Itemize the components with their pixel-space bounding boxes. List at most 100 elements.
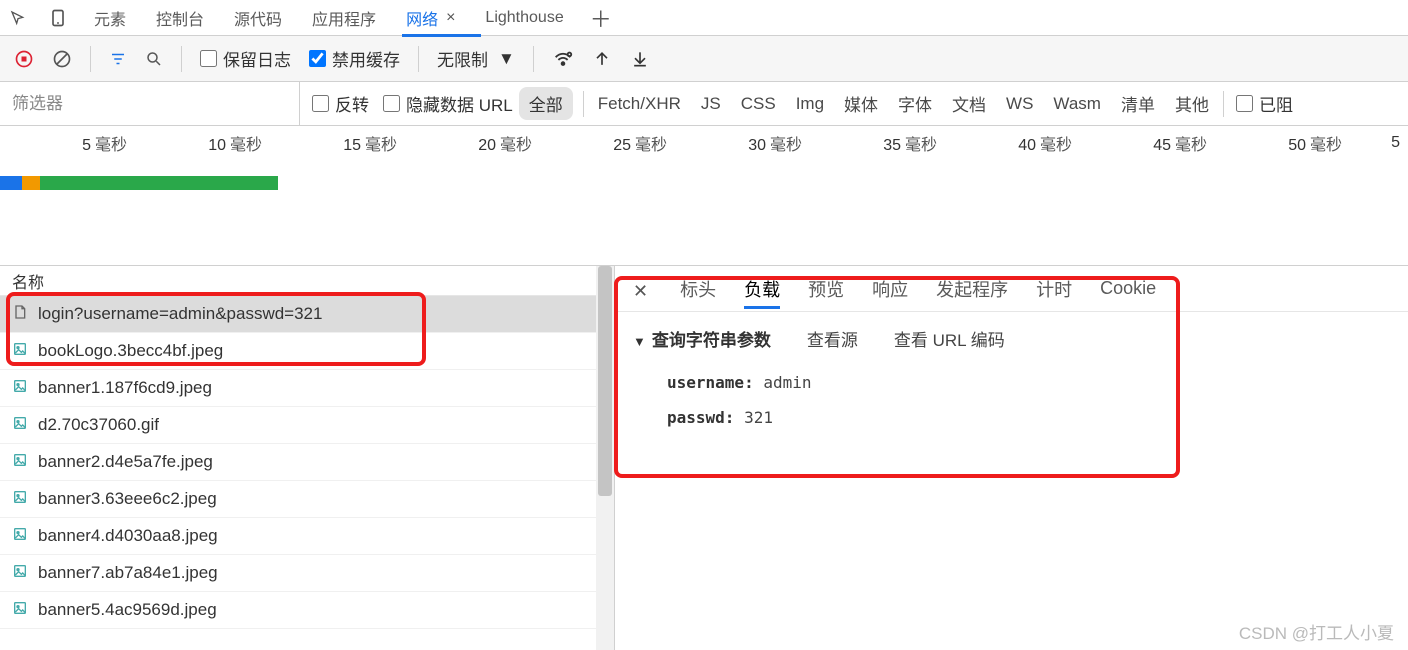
dtab-payload[interactable]: 负载 [744,276,780,308]
hide-data-url-checkbox[interactable]: 隐藏数据 URL [383,91,513,116]
search-icon[interactable] [145,50,163,68]
file-icon [12,562,28,585]
download-icon[interactable] [630,49,650,69]
param-value: admin [763,373,811,392]
query-string-header[interactable]: ▼ 查询字符串参数 查看源 查看 URL 编码 [633,326,1408,351]
type-fetchxhr[interactable]: Fetch/XHR [598,94,681,114]
tab-lighthouse[interactable]: Lighthouse [481,0,567,36]
tab-network-label: 网络 [406,6,438,30]
param-key: username: [667,373,754,392]
file-icon [12,599,28,622]
separator [1223,91,1224,117]
type-other[interactable]: 其他 [1175,91,1209,116]
request-row[interactable]: banner5.4ac9569d.jpeg [0,592,614,629]
request-row[interactable]: banner7.ab7a84e1.jpeg [0,555,614,592]
view-source-link[interactable]: 查看源 [807,326,858,351]
dtab-preview[interactable]: 预览 [808,276,844,308]
disable-cache-checkbox[interactable]: 禁用缓存 [309,46,400,71]
separator [583,91,584,117]
throttle-label: 无限制 [437,46,488,71]
param-key: passwd: [667,408,734,427]
device-icon[interactable] [48,8,68,28]
request-row[interactable]: banner3.63eee6c2.jpeg [0,481,614,518]
type-doc[interactable]: 文档 [952,91,986,116]
tab-console[interactable]: 控制台 [152,0,208,36]
request-name: banner2.d4e5a7fe.jpeg [38,452,213,472]
request-list: 名称 login?username=admin&passwd=321 bookLo… [0,266,615,650]
type-wasm[interactable]: Wasm [1053,94,1101,114]
request-name: login?username=admin&passwd=321 [38,304,322,324]
scrollbar[interactable] [596,266,614,650]
request-name: banner4.d4030aa8.jpeg [38,526,218,546]
view-url-encoded-link[interactable]: 查看 URL 编码 [894,326,1005,351]
request-name: banner1.187f6cd9.jpeg [38,378,212,398]
file-icon [12,303,28,326]
dtab-cookie[interactable]: Cookie [1100,278,1156,305]
query-string-title: 查询字符串参数 [652,331,771,350]
detail-tabs: ✕ 标头 负载 预览 响应 发起程序 计时 Cookie [615,272,1408,312]
throttle-select[interactable]: 无限制 ▼ [437,46,515,71]
request-row[interactable]: bookLogo.3becc4bf.jpeg [0,333,614,370]
timeline[interactable]: 5毫秒 10毫秒 15毫秒 20毫秒 25毫秒 30毫秒 35毫秒 40毫秒 4… [0,126,1408,266]
dtab-headers[interactable]: 标头 [680,276,716,308]
type-media[interactable]: 媒体 [844,91,878,116]
close-icon[interactable]: × [446,9,455,27]
request-row[interactable]: banner4.d4030aa8.jpeg [0,518,614,555]
type-img[interactable]: Img [796,94,824,114]
file-icon [12,451,28,474]
tab-network[interactable]: 网络 × [402,0,459,36]
record-icon[interactable] [14,49,34,69]
request-row[interactable]: d2.70c37060.gif [0,407,614,444]
filter-input[interactable] [0,82,300,125]
tab-elements[interactable]: 元素 [90,0,130,36]
close-detail-icon[interactable]: ✕ [633,281,648,302]
param-value: 321 [744,408,773,427]
tab-application[interactable]: 应用程序 [308,0,380,36]
tab-sources[interactable]: 源代码 [230,0,286,36]
request-name: banner3.63eee6c2.jpeg [38,489,217,509]
request-row[interactable]: login?username=admin&passwd=321 [0,296,614,333]
separator [181,46,182,72]
upload-icon[interactable] [592,49,612,69]
request-name: bookLogo.3becc4bf.jpeg [38,341,223,361]
hide-data-url-label: 隐藏数据 URL [406,91,513,116]
blocked-label: 已阻 [1259,91,1293,116]
main-tabs: 元素 控制台 源代码 应用程序 网络 × Lighthouse ＋ [0,0,1408,36]
wifi-icon[interactable] [552,48,574,70]
type-js[interactable]: JS [701,94,721,114]
dtab-initiator[interactable]: 发起程序 [936,276,1008,308]
inspect-icon[interactable] [10,9,26,27]
filter-row: 反转 隐藏数据 URL 全部 Fetch/XHR JS CSS Img 媒体 字… [0,82,1408,126]
invert-checkbox[interactable]: 反转 [312,91,369,116]
request-name: banner5.4ac9569d.jpeg [38,600,217,620]
time-labels: 5毫秒 10毫秒 15毫秒 20毫秒 25毫秒 30毫秒 35毫秒 40毫秒 4… [0,126,1408,160]
lower-panels: 名称 login?username=admin&passwd=321 bookLo… [0,266,1408,650]
request-list-header[interactable]: 名称 [0,266,614,296]
request-name: d2.70c37060.gif [38,415,159,435]
filter-icon[interactable] [109,50,127,68]
file-icon [12,488,28,511]
request-row[interactable]: banner2.d4e5a7fe.jpeg [0,444,614,481]
type-font[interactable]: 字体 [898,91,932,116]
type-css[interactable]: CSS [741,94,776,114]
type-all[interactable]: 全部 [519,87,573,120]
network-toolbar: 保留日志 禁用缓存 无限制 ▼ [0,36,1408,82]
dtab-timing[interactable]: 计时 [1036,276,1072,308]
type-ws[interactable]: WS [1006,94,1033,114]
file-icon [12,377,28,400]
scrollbar-thumb[interactable] [598,266,612,496]
file-icon [12,340,28,363]
type-manifest[interactable]: 清单 [1121,91,1155,116]
preserve-log-checkbox[interactable]: 保留日志 [200,46,291,71]
disable-cache-label: 禁用缓存 [332,46,400,71]
file-icon [12,525,28,548]
request-name: banner7.ab7a84e1.jpeg [38,563,218,583]
blocked-checkbox[interactable]: 已阻 [1236,91,1293,116]
caret-down-icon: ▼ [633,334,646,349]
invert-label: 反转 [335,91,369,116]
dtab-response[interactable]: 响应 [872,276,908,308]
request-detail: ✕ 标头 负载 预览 响应 发起程序 计时 Cookie ▼ 查询字符串参数 查看… [615,266,1408,650]
clear-icon[interactable] [52,49,72,69]
request-row[interactable]: banner1.187f6cd9.jpeg [0,370,614,407]
add-tab-icon[interactable]: ＋ [590,2,612,34]
